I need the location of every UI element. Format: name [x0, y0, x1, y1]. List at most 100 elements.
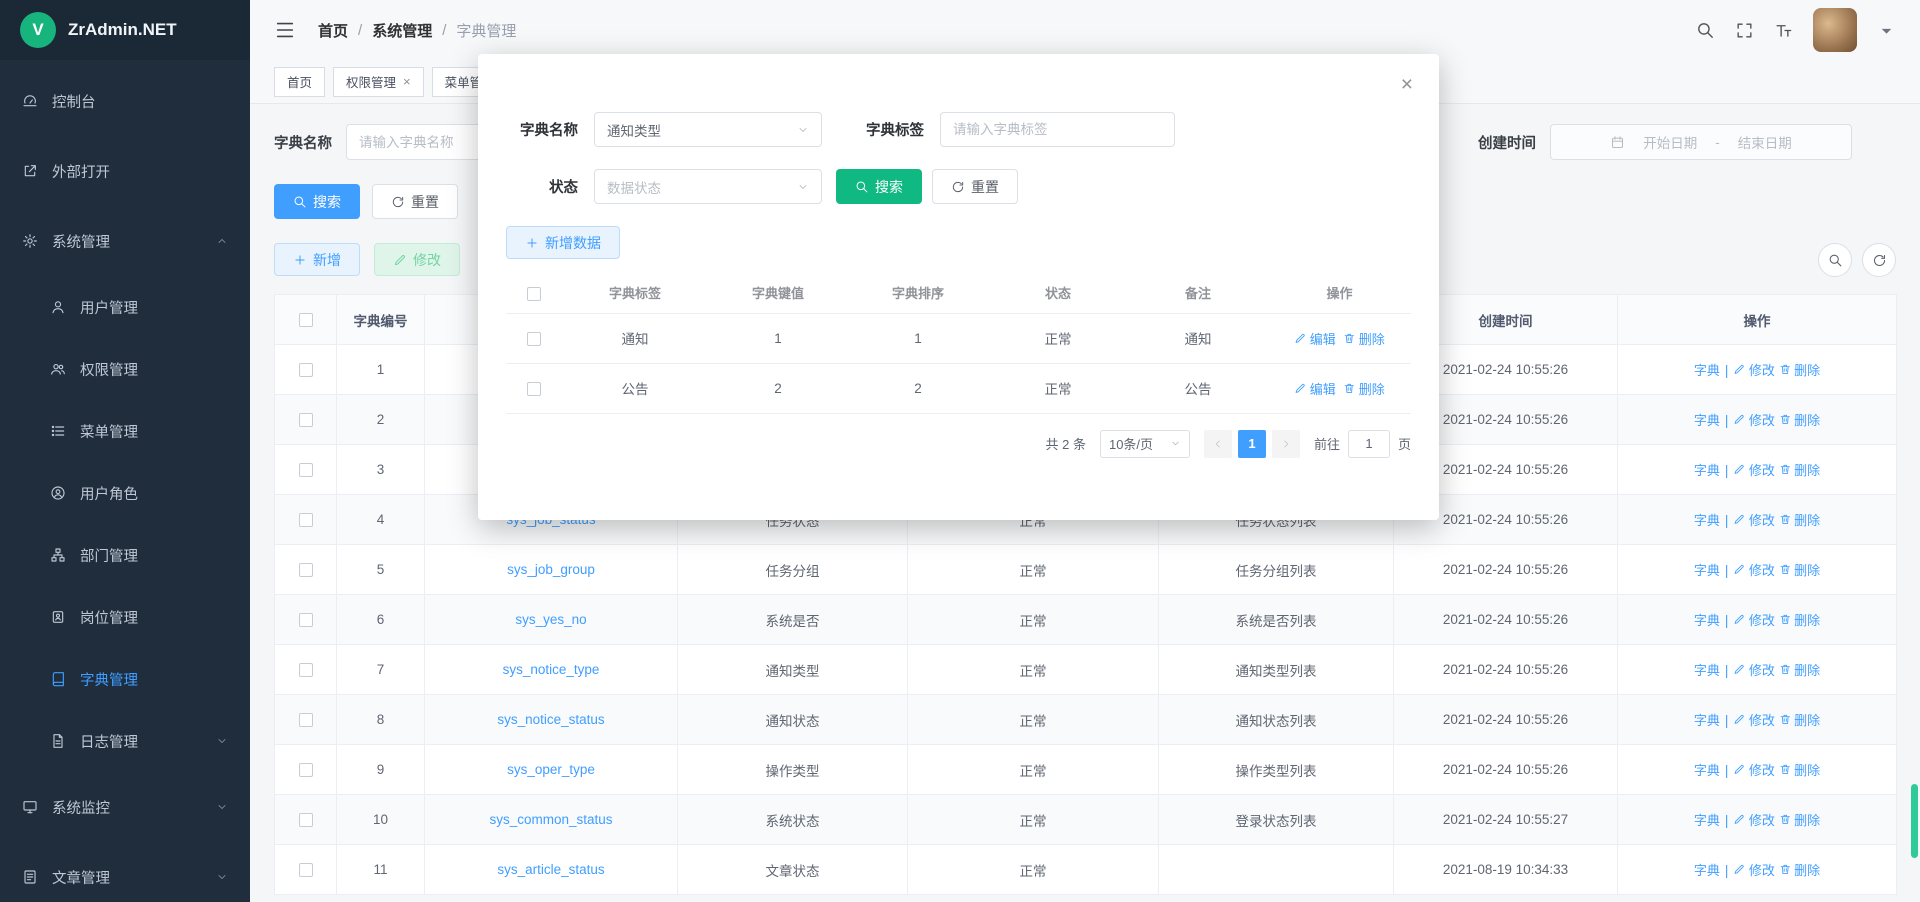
sidebar-item-posts[interactable]: 岗位管理	[0, 586, 250, 648]
sidebar-item-departments[interactable]: 部门管理	[0, 524, 250, 586]
data-status-select[interactable]: 数据状态	[594, 169, 822, 204]
row-checkbox[interactable]	[527, 332, 541, 346]
menu-fold-icon[interactable]	[274, 19, 296, 41]
row-edit-link[interactable]: 修改	[1733, 810, 1775, 829]
row-edit-link[interactable]: 修改	[1733, 510, 1775, 529]
dict-tag-input[interactable]	[940, 112, 1175, 147]
cell-dict-type-link[interactable]: sys_common_status	[425, 795, 678, 845]
breadcrumb-home[interactable]: 首页	[318, 20, 348, 41]
dict-data-link[interactable]: 字典	[1694, 510, 1720, 529]
row-checkbox[interactable]	[299, 663, 313, 677]
row-edit-link[interactable]: 修改	[1733, 860, 1775, 879]
breadcrumb-system[interactable]: 系统管理	[372, 20, 432, 41]
row-delete-link[interactable]: 删除	[1779, 710, 1821, 729]
select-all-checkbox[interactable]	[527, 287, 541, 301]
row-edit-link[interactable]: 修改	[1733, 610, 1775, 629]
row-checkbox[interactable]	[299, 813, 313, 827]
reset-button[interactable]: 重置	[372, 184, 458, 219]
row-delete-link[interactable]: 删除	[1779, 760, 1821, 779]
dict-data-link[interactable]: 字典	[1694, 560, 1720, 579]
row-checkbox[interactable]	[299, 713, 313, 727]
dict-data-link[interactable]: 字典	[1694, 810, 1720, 829]
sidebar-item-dictionary[interactable]: 字典管理	[0, 648, 250, 710]
row-edit-link[interactable]: 修改	[1733, 710, 1775, 729]
sidebar-item-articles[interactable]: 文章管理	[0, 842, 250, 902]
sidebar-item-console[interactable]: 控制台	[0, 66, 250, 136]
row-delete-link[interactable]: 删除	[1779, 410, 1821, 429]
row-edit-link[interactable]: 编辑	[1294, 379, 1336, 398]
current-page-button[interactable]: 1	[1238, 430, 1266, 458]
app-logo[interactable]: V ZrAdmin.NET	[0, 0, 250, 60]
sidebar-item-roles[interactable]: 用户角色	[0, 462, 250, 524]
sidebar-item-logs[interactable]: 日志管理	[0, 710, 250, 772]
sidebar-item-users[interactable]: 用户管理	[0, 276, 250, 338]
page-scrollbar-thumb[interactable]	[1911, 784, 1918, 858]
sidebar-item-permissions[interactable]: 权限管理	[0, 338, 250, 400]
dict-data-link[interactable]: 字典	[1694, 710, 1720, 729]
row-delete-link[interactable]: 删除	[1343, 329, 1385, 348]
row-delete-link[interactable]: 删除	[1779, 560, 1821, 579]
dict-data-link[interactable]: 字典	[1694, 410, 1720, 429]
cell-dict-type-link[interactable]: sys_job_group	[425, 545, 678, 595]
tab-permissions[interactable]: 权限管理 ×	[333, 67, 424, 97]
date-range-picker[interactable]: 开始日期 - 结束日期	[1550, 124, 1852, 160]
row-checkbox[interactable]	[299, 413, 313, 427]
cell-dict-type-link[interactable]: sys_notice_status	[425, 695, 678, 745]
row-edit-link[interactable]: 编辑	[1294, 329, 1336, 348]
row-edit-link[interactable]: 修改	[1733, 660, 1775, 679]
row-checkbox[interactable]	[299, 513, 313, 527]
refresh-table-button[interactable]	[1862, 243, 1896, 277]
row-edit-link[interactable]: 修改	[1733, 360, 1775, 379]
dict-data-link[interactable]: 字典	[1694, 760, 1720, 779]
next-page-button[interactable]	[1272, 430, 1300, 458]
row-delete-link[interactable]: 删除	[1779, 860, 1821, 879]
edit-button[interactable]: 修改	[374, 243, 460, 276]
search-icon[interactable]	[1696, 21, 1715, 40]
row-edit-link[interactable]: 修改	[1733, 760, 1775, 779]
row-checkbox[interactable]	[299, 463, 313, 477]
close-icon[interactable]: ×	[403, 75, 411, 88]
prev-page-button[interactable]	[1204, 430, 1232, 458]
sidebar-item-monitoring[interactable]: 系统监控	[0, 772, 250, 842]
dialog-reset-button[interactable]: 重置	[932, 169, 1018, 204]
row-delete-link[interactable]: 删除	[1779, 460, 1821, 479]
sidebar-item-external[interactable]: 外部打开	[0, 136, 250, 206]
row-checkbox[interactable]	[299, 763, 313, 777]
cell-dict-type-link[interactable]: sys_oper_type	[425, 745, 678, 795]
goto-page-input[interactable]	[1348, 430, 1390, 458]
row-edit-link[interactable]: 修改	[1733, 460, 1775, 479]
row-checkbox[interactable]	[299, 863, 313, 877]
close-icon[interactable]: ×	[1401, 74, 1413, 95]
add-data-button[interactable]: 新增数据	[506, 226, 620, 259]
select-all-checkbox[interactable]	[299, 313, 313, 327]
dict-data-link[interactable]: 字典	[1694, 460, 1720, 479]
row-delete-link[interactable]: 删除	[1343, 379, 1385, 398]
dict-data-link[interactable]: 字典	[1694, 860, 1720, 879]
user-avatar[interactable]	[1813, 8, 1857, 52]
row-delete-link[interactable]: 删除	[1779, 510, 1821, 529]
search-button[interactable]: 搜索	[274, 184, 360, 219]
row-checkbox[interactable]	[299, 613, 313, 627]
sidebar-item-menus[interactable]: 菜单管理	[0, 400, 250, 462]
row-delete-link[interactable]: 删除	[1779, 660, 1821, 679]
row-checkbox[interactable]	[299, 363, 313, 377]
sidebar-item-system[interactable]: 系统管理	[0, 206, 250, 276]
fullscreen-icon[interactable]	[1735, 21, 1754, 40]
add-button[interactable]: 新增	[274, 243, 360, 276]
dict-data-link[interactable]: 字典	[1694, 660, 1720, 679]
row-checkbox[interactable]	[527, 382, 541, 396]
cell-dict-type-link[interactable]: sys_notice_type	[425, 645, 678, 695]
font-size-icon[interactable]	[1774, 21, 1793, 40]
show-search-toggle-button[interactable]	[1818, 243, 1852, 277]
dialog-search-button[interactable]: 搜索	[836, 169, 922, 204]
row-edit-link[interactable]: 修改	[1733, 560, 1775, 579]
row-delete-link[interactable]: 删除	[1779, 810, 1821, 829]
caret-down-icon[interactable]	[1877, 21, 1896, 40]
row-delete-link[interactable]: 删除	[1779, 360, 1821, 379]
page-size-select[interactable]: 10条/页	[1100, 430, 1190, 458]
row-edit-link[interactable]: 修改	[1733, 410, 1775, 429]
dict-type-select[interactable]: 通知类型	[594, 112, 822, 147]
row-delete-link[interactable]: 删除	[1779, 610, 1821, 629]
tab-home[interactable]: 首页	[274, 67, 325, 97]
cell-dict-type-link[interactable]: sys_article_status	[425, 845, 678, 895]
